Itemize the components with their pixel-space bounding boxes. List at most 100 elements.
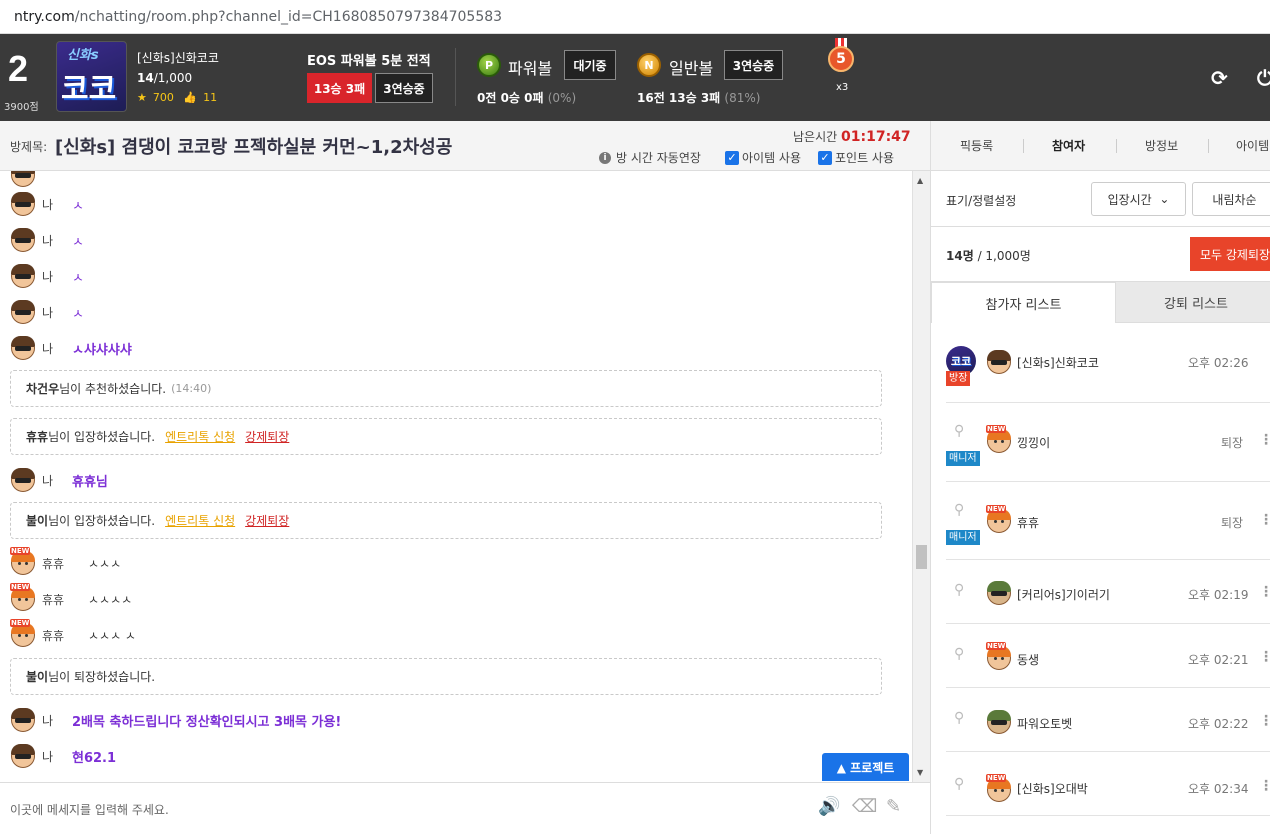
chat-message: ㅅ [72, 234, 84, 250]
tab-room-info[interactable]: 방정보 [1145, 137, 1178, 154]
pin-icon: ⚲ [954, 710, 965, 726]
point-use-checkbox[interactable]: ✓ 포인트 사용 [818, 149, 894, 166]
sort-select[interactable]: 입장시간 ⌄ [1091, 182, 1186, 216]
force-kick-link[interactable]: 강제퇴장 [245, 512, 289, 529]
scroll-thumb[interactable] [916, 545, 927, 569]
more-icon[interactable]: ⋮ [1259, 432, 1270, 448]
message-input[interactable]: 이곳에 메세지를 입력해 주세요. [10, 801, 169, 818]
avatar[interactable]: NEW [10, 619, 36, 647]
avatar[interactable] [10, 744, 36, 768]
scroll-down-icon: ▼ [917, 768, 924, 777]
chat-message: 현62.1 [72, 750, 117, 766]
sort-label: 표기/정렬설정 [946, 194, 1017, 208]
tab-items[interactable]: 아이템 [1236, 137, 1269, 154]
star-icon: ★ [137, 91, 147, 104]
order-select[interactable]: 내림차순 [1192, 182, 1270, 216]
room-user-count: 14/1,000 [137, 71, 193, 85]
participant-item[interactable]: ⚲ [커리어s]기이러기 오후 02:19 ⋮ [946, 560, 1270, 624]
avatar[interactable] [10, 192, 36, 216]
force-kick-link[interactable]: 강제퇴장 [245, 428, 289, 445]
eos-streak-badge: 3연승중 [375, 73, 433, 103]
powerball-icon: P [477, 53, 501, 77]
participant-item[interactable]: ⚲ NEW [신화s]오대박 오후 02:34 ⋮ [946, 752, 1270, 816]
avatar[interactable]: NEW [10, 583, 36, 611]
eraser-icon[interactable]: ⌫ [852, 796, 877, 817]
avatar: NEW [986, 642, 1012, 670]
refresh-icon[interactable]: ⟳ [1211, 66, 1228, 90]
tab-participant-list[interactable]: 참가자 리스트 [931, 282, 1116, 323]
avatar[interactable] [10, 708, 36, 732]
thumbs-up-icon: 👍 [183, 91, 198, 104]
system-notice: 차건우 님이 추천하셨습니다. (14:40) [10, 370, 882, 407]
room-title-bar: 방제목: [신화s] 겸댕이 코코랑 프젝하실분 커먼~1,2차성공 남은시간 … [0, 121, 930, 171]
pin-icon: ⚲ [954, 582, 965, 598]
tab-kick-list[interactable]: 강퇴 리스트 [1116, 282, 1270, 323]
more-icon[interactable]: ⋮ [1259, 713, 1270, 729]
chat-row: 나 ㅅ [10, 228, 84, 252]
checkbox-checked-icon: ✓ [725, 150, 739, 165]
power-icon[interactable]: ⏻ [1257, 66, 1270, 90]
manager-badge: 매니저 [946, 530, 980, 545]
participant-name: [커리어s]기이러기 [1017, 588, 1110, 602]
more-icon[interactable]: ⋮ [1259, 649, 1270, 665]
chevron-down-icon: ⌄ [1159, 192, 1170, 206]
more-icon[interactable]: ⋮ [1259, 778, 1270, 794]
tab-participants[interactable]: 참여자 [1052, 137, 1085, 154]
pin-icon: ⚲ [954, 502, 965, 518]
kick-all-button[interactable]: 모두 강제퇴장 [1190, 237, 1270, 271]
message-input-bar[interactable]: 이곳에 메세지를 입력해 주세요. 🔊 ⌫ ✎ [0, 782, 930, 834]
manager-badge: 매니저 [946, 451, 980, 466]
participant-item[interactable]: ⚲ NEW 동생 오후 02:21 ⋮ [946, 624, 1270, 688]
right-panel: 픽등록 참여자 방정보 아이템 표기/정렬설정 입장시간 ⌄ 내림차순 14명 … [930, 121, 1270, 834]
chat-nick: 휴휴 [42, 556, 65, 571]
tab-pick-register[interactable]: 픽등록 [960, 137, 993, 154]
kick-button[interactable]: 퇴장 [1221, 514, 1243, 531]
participant-name: [신화s]오대박 [1017, 782, 1088, 796]
project-button[interactable]: ▲ 프로젝트 [822, 753, 909, 781]
medal-multiplier: x3 [836, 82, 849, 93]
room-header: 2 3900점 신화s 코코 [신화s]신화코코 14/1,000 ★ 700 👍… [0, 34, 1270, 121]
participant-join-time: 오후 02:34 [1188, 782, 1249, 796]
system-notice: 불이 님이 입장하셨습니다. 엔트리톡 신청 강제퇴장 [10, 502, 882, 539]
chat-message: 휴휴님 [72, 474, 108, 490]
chat-row: NEW 휴휴 ㅅㅅㅅㅅ [10, 583, 132, 611]
address-bar[interactable]: ntry.com/nchatting/room.php?channel_id=C… [0, 0, 1270, 34]
more-icon[interactable]: ⋮ [1259, 512, 1270, 528]
auto-extend-option[interactable]: i방 시간 자동연장 [599, 149, 701, 166]
avatar[interactable] [10, 468, 36, 492]
chat-message: ㅅ [72, 306, 84, 322]
list-tabs: 참가자 리스트 강퇴 리스트 [931, 282, 1270, 323]
url-text[interactable]: ntry.com/nchatting/room.php?channel_id=C… [14, 9, 502, 25]
like-count: 11 [203, 91, 218, 104]
star-count: 700 [152, 91, 174, 104]
participant-name: 동생 [1017, 653, 1040, 667]
participant-item[interactable]: ⚲ 매니저 NEW 낑낑이 퇴장 ⋮ [946, 403, 1270, 482]
avatar[interactable]: NEW [10, 547, 36, 575]
participant-item[interactable]: ⚲ 매니저 NEW 휴휴 퇴장 ⋮ [946, 482, 1270, 560]
avatar [986, 710, 1012, 734]
avatar[interactable] [10, 228, 36, 252]
magic-wand-icon[interactable]: ✎ [886, 796, 901, 817]
room-stats: ★ 700 👍 11 [137, 91, 223, 104]
avatar[interactable] [10, 336, 36, 360]
chat-message: ㅅ [72, 198, 84, 214]
avatar[interactable] [10, 300, 36, 324]
chat-row: 나 ㅅ [10, 264, 84, 288]
pin-icon: ⚲ [954, 423, 965, 439]
avatar[interactable] [10, 264, 36, 288]
chat-messages[interactable]: 나 ㅅ 나 ㅅ 나 ㅅ 나 ㅅ 나 ㅅ샤샤샤샤 차건우 님이 추천하셨습니다. (1… [0, 171, 912, 782]
powerball-record: 0전 0승 0패 (0%) [477, 91, 577, 105]
entry-talk-request-link[interactable]: 엔트리톡 신청 [165, 512, 235, 529]
remaining-time: 남은시간 01:17:47 [793, 129, 911, 145]
entry-talk-request-link[interactable]: 엔트리톡 신청 [165, 428, 235, 445]
chat-nick: 휴휴 [42, 628, 65, 643]
chat-scrollbar[interactable]: ▲ ▼ [912, 171, 930, 782]
more-icon[interactable]: ⋮ [1259, 584, 1270, 600]
speaker-icon[interactable]: 🔊 [818, 796, 840, 817]
kick-button[interactable]: 퇴장 [1221, 434, 1243, 451]
chat-row: 나 휴휴님 [10, 468, 108, 492]
participant-item[interactable]: ⚲ 파워오토벳 오후 02:22 ⋮ [946, 688, 1270, 752]
pin-icon: ⚲ [954, 646, 965, 662]
participant-item[interactable]: 코코 방장 [신화s]신화코코 오후 02:26 [946, 338, 1270, 403]
item-use-checkbox[interactable]: ✓ 아이템 사용 [725, 149, 801, 166]
